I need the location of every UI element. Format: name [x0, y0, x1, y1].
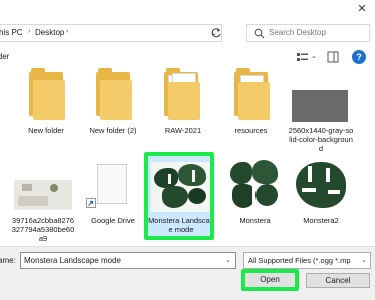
- item-label: New folder: [28, 126, 64, 135]
- close-icon[interactable]: ✕: [355, 3, 369, 15]
- title-bar: ✕: [0, 0, 375, 18]
- list-item[interactable]: resources: [218, 66, 284, 146]
- item-label: RAW-2021: [164, 126, 202, 135]
- folder-icon: [13, 66, 79, 128]
- file-type-select[interactable]: All Supported Files (*.ogg *.mp ⌄: [243, 252, 371, 269]
- monstera-thumbnail: [222, 154, 288, 216]
- breadcrumb-separator-icon: ›: [66, 28, 69, 35]
- open-button-label: Open: [260, 275, 280, 284]
- item-label: 2560x1440-gray-solid-color-background: [288, 126, 354, 153]
- view-dropdown-icon[interactable]: ⌄: [311, 52, 317, 60]
- item-label: New folder (2): [89, 126, 137, 135]
- help-icon[interactable]: ?: [352, 50, 366, 64]
- file-type-value: All Supported Files (*.ogg *.mp: [248, 256, 351, 265]
- search-icon: [254, 28, 265, 39]
- cancel-button[interactable]: Cancel: [306, 273, 370, 288]
- file-name-field[interactable]: [20, 252, 236, 269]
- item-label: Monstera: [239, 216, 271, 225]
- list-item[interactable]: 39716a2cbba8276327794a5380be60a9: [10, 154, 76, 250]
- breadcrumb-this-pc[interactable]: his PC: [0, 28, 23, 37]
- new-folder-button[interactable]: lder: [0, 52, 9, 61]
- selection-highlight-annotation: [144, 152, 214, 240]
- view-options-icon[interactable]: [296, 51, 309, 63]
- toolbar: lder ⌄ ?: [0, 50, 375, 66]
- item-label: resources: [234, 126, 268, 135]
- file-name-label: ame:: [0, 256, 16, 265]
- monstera2-thumbnail: [288, 154, 354, 216]
- item-label: 39716a2cbba8276327794a5380be60a9: [11, 216, 75, 243]
- file-type-dropdown-icon: ⌄: [361, 257, 367, 264]
- search-input[interactable]: [269, 28, 364, 37]
- shortcut-arrow-icon: [88, 200, 94, 206]
- item-label: Google Drive: [91, 216, 135, 225]
- folder-icon: [218, 66, 284, 128]
- item-label: Monstera2: [303, 216, 339, 225]
- gray-image-thumbnail: [288, 66, 354, 128]
- bottom-bar: ame: ⌄ All Supported Files (*.ogg *.mp ⌄…: [0, 246, 375, 300]
- shortcut-file-icon: [80, 154, 146, 216]
- breadcrumb-desktop[interactable]: Desktop: [35, 28, 64, 37]
- list-item[interactable]: New folder: [13, 66, 79, 146]
- preview-pane-icon[interactable]: [327, 51, 339, 63]
- list-item[interactable]: RAW-2021: [150, 66, 216, 146]
- breadcrumb[interactable]: his PC › Desktop › ⌄: [0, 24, 222, 42]
- file-name-dropdown-icon[interactable]: ⌄: [225, 256, 231, 264]
- open-file-dialog: ✕ his PC › Desktop › ⌄ lder ⌄: [0, 0, 375, 300]
- open-button[interactable]: Open: [241, 269, 299, 291]
- list-item[interactable]: 2560x1440-gray-solid-color-background: [288, 66, 354, 156]
- folder-icon: [80, 66, 146, 128]
- address-bar-row: his PC › Desktop › ⌄: [0, 24, 375, 44]
- list-item[interactable]: New folder (2): [80, 66, 146, 146]
- list-item[interactable]: Monstera2: [288, 154, 354, 234]
- refresh-icon[interactable]: [210, 27, 222, 39]
- list-item[interactable]: Monstera: [222, 154, 288, 234]
- folder-icon: [150, 66, 216, 128]
- room-image-thumbnail: [10, 154, 76, 216]
- search-box[interactable]: [246, 24, 370, 42]
- list-item[interactable]: Google Drive: [80, 154, 146, 234]
- breadcrumb-separator-icon: ›: [28, 28, 31, 35]
